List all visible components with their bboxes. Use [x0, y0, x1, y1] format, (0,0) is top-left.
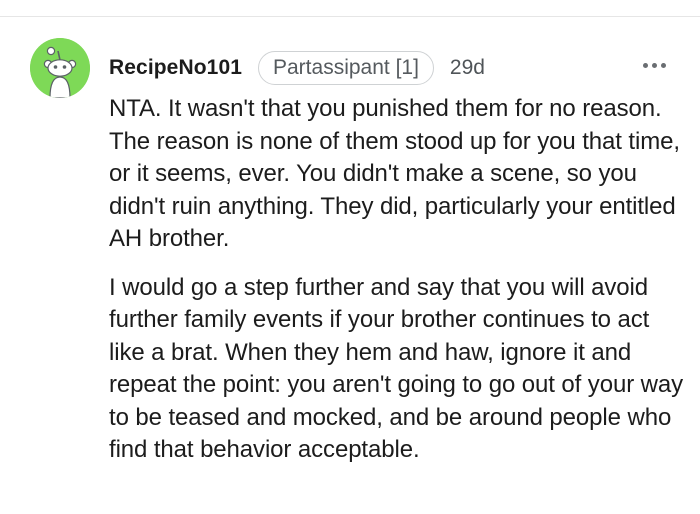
- more-horizontal-icon: [642, 62, 648, 68]
- comment-paragraph: NTA. It wasn't that you punished them fo…: [109, 95, 680, 252]
- more-horizontal-icon-dot: [651, 62, 657, 68]
- comment: RecipeNo101 Partassipant [1] 29d NTA. It…: [0, 0, 700, 514]
- more-options-button[interactable]: [636, 52, 672, 78]
- more-horizontal-icon-dot: [660, 62, 666, 68]
- username[interactable]: RecipeNo101: [109, 56, 242, 80]
- snoo-avatar-icon: [30, 38, 90, 98]
- comment-body: NTA. It wasn't that you punished them fo…: [109, 93, 684, 467]
- comment-paragraph: I would go a step further and say that y…: [109, 273, 684, 464]
- avatar[interactable]: [30, 38, 90, 98]
- user-flair-badge: Partassipant [1]: [258, 51, 434, 85]
- timestamp[interactable]: 29d: [450, 56, 485, 80]
- comment-header: RecipeNo101 Partassipant [1] 29d: [109, 48, 485, 88]
